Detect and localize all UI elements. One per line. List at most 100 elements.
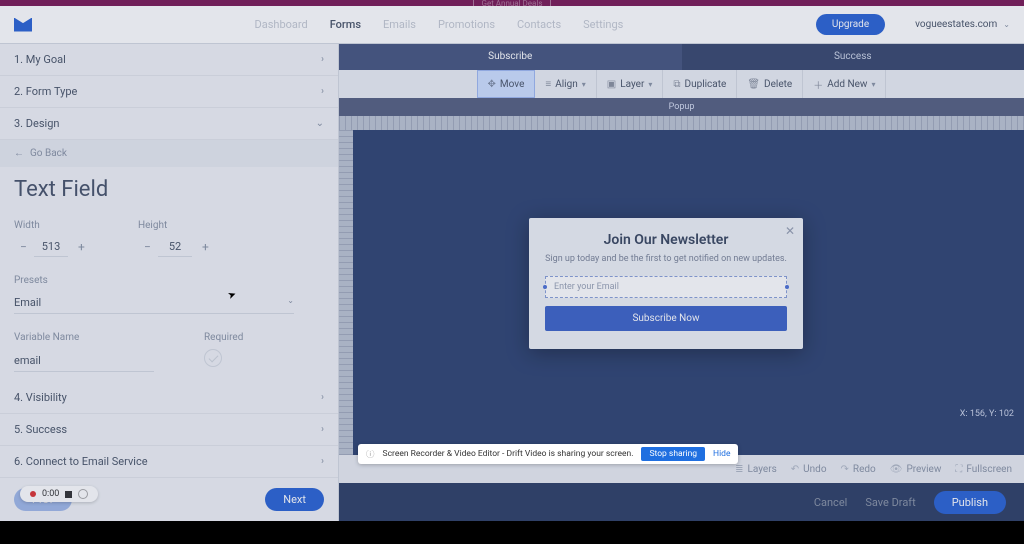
share-text: Screen Recorder & Video Editor - Drift V… xyxy=(383,449,634,459)
canvas-tab-subscribe[interactable]: Subscribe xyxy=(339,44,682,70)
tab-dashboard[interactable]: Dashboard xyxy=(255,18,308,31)
domain-label: vogueestates.com xyxy=(915,19,997,30)
trash-icon: 🗑 xyxy=(747,79,760,90)
step-success[interactable]: 5. Success› xyxy=(0,414,338,446)
go-back-button[interactable]: ← Go Back xyxy=(0,140,338,167)
popup-subscribe-button[interactable]: Subscribe Now xyxy=(545,306,787,331)
duplicate-icon: ⧉ xyxy=(673,79,680,90)
eye-icon: 👁 xyxy=(890,464,903,475)
required-label: Required xyxy=(204,332,243,343)
stop-sharing-button[interactable]: Stop sharing xyxy=(641,447,705,461)
arrow-left-icon: ← xyxy=(14,148,24,159)
chevron-right-icon: › xyxy=(321,424,324,435)
chevron-right-icon: › xyxy=(321,86,324,97)
footer-redo[interactable]: ↷Redo xyxy=(841,464,876,475)
chevron-down-icon: ▾ xyxy=(648,80,652,89)
recorder-pill[interactable]: 0:00 xyxy=(20,486,98,502)
newsletter-popup[interactable]: ✕ Join Our Newsletter Sign up today and … xyxy=(529,218,803,349)
height-decrement[interactable]: − xyxy=(138,237,154,257)
tool-align[interactable]: ≡Align ▾ xyxy=(535,70,596,98)
width-decrement[interactable]: − xyxy=(14,237,30,257)
varname-label: Variable Name xyxy=(14,332,154,343)
presets-value: Email xyxy=(14,296,41,309)
redo-icon: ↷ xyxy=(841,464,849,475)
chevron-right-icon: › xyxy=(321,54,324,65)
step-visibility[interactable]: 4. Visibility› xyxy=(0,382,338,414)
footer-layers[interactable]: ≣Layers xyxy=(735,464,777,475)
undo-icon: ↶ xyxy=(791,464,799,475)
plus-icon: ＋ xyxy=(813,77,823,92)
varname-input[interactable] xyxy=(14,350,154,372)
record-circle-icon[interactable] xyxy=(78,489,88,499)
chevron-down-icon: ⌄ xyxy=(1003,20,1010,29)
width-stepper[interactable]: − + xyxy=(14,237,88,257)
move-icon: ✥ xyxy=(488,79,496,90)
tab-promotions[interactable]: Promotions xyxy=(438,18,495,31)
ruler-vertical xyxy=(339,130,353,455)
chevron-down-icon: ⌄ xyxy=(287,296,294,309)
crown-logo-icon xyxy=(14,18,32,32)
design-stage[interactable]: ✕ Join Our Newsletter Sign up today and … xyxy=(353,130,1024,455)
go-back-label: Go Back xyxy=(30,148,67,159)
presets-select[interactable]: Email ⌄ xyxy=(14,292,294,314)
step-my-goal[interactable]: 1. My Goal› xyxy=(0,44,338,76)
screen-share-bar: ⓘ Screen Recorder & Video Editor - Drift… xyxy=(358,444,738,464)
popup-subtitle: Sign up today and be the first to get no… xyxy=(545,254,787,264)
presets-label: Presets xyxy=(14,275,324,286)
footer-fullscreen[interactable]: ⛶Fullscreen xyxy=(955,464,1012,475)
footer-undo[interactable]: ↶Undo xyxy=(791,464,827,475)
app-header: Dashboard Forms Emails Promotions Contac… xyxy=(0,6,1024,44)
canvas-type-label: Popup xyxy=(339,98,1024,116)
width-input[interactable] xyxy=(34,237,68,257)
chevron-down-icon: ▾ xyxy=(582,80,586,89)
height-input[interactable] xyxy=(158,237,192,257)
required-toggle[interactable] xyxy=(204,349,222,367)
layer-icon: ▣ xyxy=(607,79,616,90)
fullscreen-icon: ⛶ xyxy=(955,464,962,475)
next-button[interactable]: Next xyxy=(265,488,324,511)
domain-dropdown[interactable]: vogueestates.com ⌄ xyxy=(915,19,1010,30)
ruler-horizontal xyxy=(339,116,1024,130)
height-increment[interactable]: + xyxy=(196,237,212,257)
info-icon: ⓘ xyxy=(366,448,375,460)
close-icon[interactable]: ✕ xyxy=(785,224,795,238)
popup-title: Join Our Newsletter xyxy=(545,232,787,248)
footer-preview[interactable]: 👁Preview xyxy=(890,464,942,475)
action-bar: Cancel Save Draft Publish xyxy=(339,483,1024,521)
canvas-toolbar: ✥Move ≡Align ▾ ▣Layer ▾ ⧉Duplicate 🗑Dele… xyxy=(339,70,1024,98)
tool-layer[interactable]: ▣Layer ▾ xyxy=(597,70,664,98)
save-draft-button[interactable]: Save Draft xyxy=(865,496,915,509)
tool-add-new[interactable]: ＋Add New ▾ xyxy=(803,70,886,98)
tool-duplicate[interactable]: ⧉Duplicate xyxy=(663,70,737,98)
tool-move[interactable]: ✥Move xyxy=(477,70,536,98)
height-label: Height xyxy=(138,220,212,231)
stop-square-icon[interactable] xyxy=(65,491,72,498)
record-dot-icon xyxy=(30,491,36,497)
publish-button[interactable]: Publish xyxy=(934,491,1006,514)
chevron-right-icon: › xyxy=(321,456,324,467)
hide-sharing-button[interactable]: Hide xyxy=(713,449,730,459)
upgrade-button[interactable]: Upgrade xyxy=(816,14,885,35)
panel-title: Text Field xyxy=(14,177,324,202)
chevron-down-icon: ⌄ xyxy=(316,118,324,129)
tab-contacts[interactable]: Contacts xyxy=(517,18,561,31)
tab-settings[interactable]: Settings xyxy=(583,18,623,31)
cancel-button[interactable]: Cancel xyxy=(814,496,847,509)
width-increment[interactable]: + xyxy=(72,237,88,257)
popup-email-input[interactable]: Enter your Email xyxy=(545,276,787,298)
step-design[interactable]: 3. Design⌄ xyxy=(0,108,338,140)
canvas-coords: X: 156, Y: 102 xyxy=(960,409,1014,419)
canvas-tab-success[interactable]: Success xyxy=(682,44,1024,70)
tab-forms[interactable]: Forms xyxy=(330,18,361,31)
align-icon: ≡ xyxy=(545,79,551,90)
record-time: 0:00 xyxy=(42,489,59,499)
step-connect-email[interactable]: 6. Connect to Email Service› xyxy=(0,446,338,478)
tab-emails[interactable]: Emails xyxy=(383,18,416,31)
height-stepper[interactable]: − + xyxy=(138,237,212,257)
width-label: Width xyxy=(14,220,88,231)
step-form-type[interactable]: 2. Form Type› xyxy=(0,76,338,108)
banner-cta-button[interactable]: Get Annual Deals xyxy=(473,0,552,10)
tool-delete[interactable]: 🗑Delete xyxy=(737,70,803,98)
chevron-down-icon: ▾ xyxy=(871,80,875,89)
layers-icon: ≣ xyxy=(735,464,743,475)
